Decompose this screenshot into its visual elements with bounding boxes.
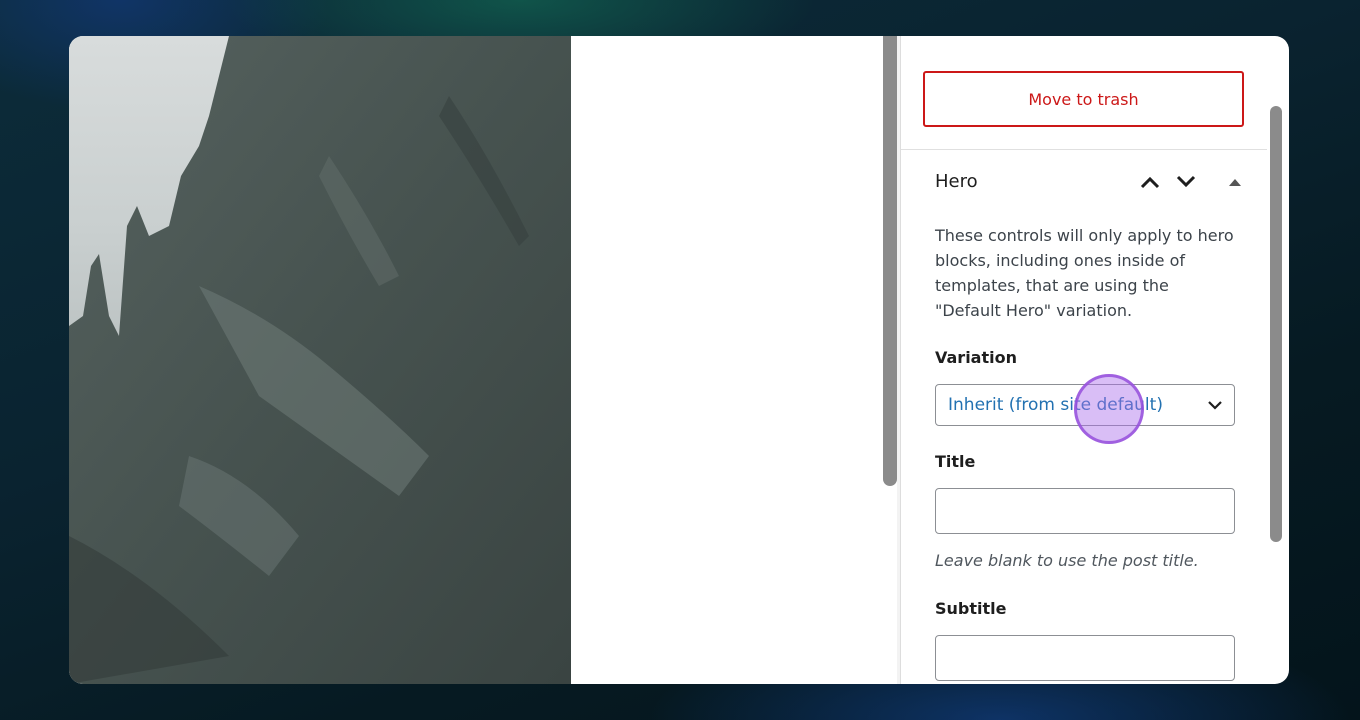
triangle-up-icon[interactable]: [1220, 167, 1250, 197]
mountain-illustration: [69, 36, 571, 684]
section-description: These controls will only apply to hero b…: [935, 226, 1234, 320]
subtitle-label: Subtitle: [935, 599, 1007, 618]
sidebar-scrollbar[interactable]: [1270, 106, 1282, 542]
variation-label: Variation: [935, 348, 1017, 367]
subtitle-input[interactable]: [935, 635, 1235, 681]
section-title: Hero: [935, 171, 978, 192]
section-divider: [901, 149, 1267, 150]
title-input[interactable]: [935, 488, 1235, 534]
settings-sidebar: Move to trash Hero These controls will o…: [901, 36, 1267, 684]
chevron-down-icon[interactable]: [1171, 167, 1201, 197]
cursor-highlight: [1074, 374, 1144, 444]
move-to-trash-button[interactable]: Move to trash: [923, 71, 1244, 127]
chevron-up-icon[interactable]: [1135, 167, 1165, 197]
title-hint: Leave blank to use the post title.: [935, 551, 1199, 570]
chevron-down-icon: [1206, 396, 1224, 418]
editor-canvas[interactable]: [571, 36, 883, 684]
editor-window: Move to trash Hero These controls will o…: [69, 36, 1289, 684]
canvas-scrollbar[interactable]: [883, 36, 897, 486]
hero-image: [69, 36, 571, 684]
title-label: Title: [935, 452, 976, 471]
